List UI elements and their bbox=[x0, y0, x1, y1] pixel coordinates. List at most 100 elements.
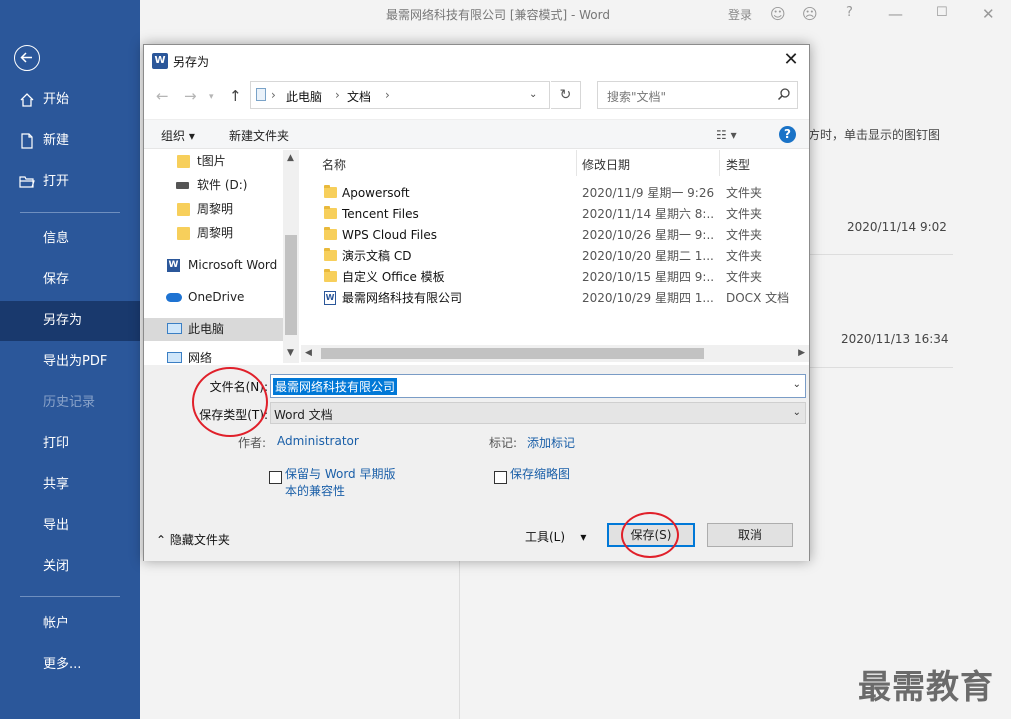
up-arrow-icon[interactable]: ↑ bbox=[229, 87, 242, 105]
cancel-button[interactable]: 取消 bbox=[707, 523, 793, 547]
backstage-item-share[interactable]: 共享 bbox=[0, 465, 140, 505]
help-icon[interactable]: ? bbox=[779, 126, 796, 143]
navigation-pane: t图片 软件 (D:) 周黎明 周黎明 W Microsoft Word One… bbox=[144, 150, 299, 363]
backstage-item-more[interactable]: 更多... bbox=[0, 645, 140, 685]
frown-icon[interactable]: ☹ bbox=[802, 5, 818, 23]
nav-item[interactable]: 软件 (D:) bbox=[144, 174, 284, 197]
tags-field[interactable]: 添加标记 bbox=[527, 434, 575, 451]
help-icon[interactable]: ? bbox=[846, 5, 853, 20]
folder-icon bbox=[177, 203, 190, 216]
back-button[interactable] bbox=[14, 45, 40, 71]
file-date: 2020/10/20 星期二 1... bbox=[582, 249, 714, 263]
recent-dropdown-icon[interactable]: ▾ bbox=[209, 92, 214, 102]
minimize-icon[interactable]: — bbox=[888, 5, 903, 23]
backstage-item-home[interactable]: 开始 bbox=[0, 80, 140, 120]
search-input[interactable]: 搜索"文档" bbox=[597, 81, 798, 109]
back-arrow-icon[interactable]: ← bbox=[156, 87, 169, 105]
maximize-icon[interactable]: ☐ bbox=[936, 5, 948, 20]
backstage-item-info[interactable]: 信息 bbox=[0, 219, 140, 259]
scroll-up-icon[interactable]: ▲ bbox=[287, 153, 294, 163]
backstage-item-new[interactable]: 新建 bbox=[0, 121, 140, 161]
network-icon bbox=[167, 352, 182, 363]
forward-arrow-icon[interactable]: → bbox=[184, 87, 197, 105]
computer-icon bbox=[167, 323, 182, 334]
chevron-down-icon[interactable]: ⌄ bbox=[529, 89, 537, 100]
backstage-item-save[interactable]: 保存 bbox=[0, 260, 140, 300]
nav-item-label: 此电脑 bbox=[188, 322, 225, 336]
new-folder-button[interactable]: 新建文件夹 bbox=[229, 127, 289, 144]
nav-item[interactable]: OneDrive bbox=[144, 286, 284, 309]
file-name: WPS Cloud Files bbox=[342, 228, 437, 242]
backstage-item-label: 更多... bbox=[43, 657, 82, 672]
refresh-button[interactable]: ↻ bbox=[551, 81, 581, 109]
file-name: Tencent Files bbox=[342, 207, 419, 221]
nav-scrollbar[interactable]: ▲ ▼ bbox=[283, 150, 299, 363]
address-bar[interactable]: › 此电脑 › 文档 › ⌄ bbox=[250, 81, 550, 109]
backstage-item-export[interactable]: 导出 bbox=[0, 506, 140, 546]
backstage-item-print[interactable]: 打印 bbox=[0, 424, 140, 464]
filetype-select[interactable]: Word 文档 ⌄ bbox=[270, 402, 806, 424]
column-header: ^ 名称 修改日期 类型 bbox=[308, 150, 811, 176]
nav-item-label: 软件 (D:) bbox=[197, 178, 248, 192]
column-divider bbox=[719, 150, 720, 176]
file-row[interactable]: W 最需网络科技有限公司 2020/10/29 星期四 1... DOCX 文档 bbox=[308, 288, 811, 309]
scroll-down-icon[interactable]: ▼ bbox=[287, 348, 294, 358]
folder-icon bbox=[324, 206, 337, 219]
backstage-item-open[interactable]: 打开 bbox=[0, 162, 140, 202]
chevron-right-icon: › bbox=[271, 88, 276, 102]
word-document-icon: W bbox=[324, 291, 336, 305]
compatibility-checkbox[interactable] bbox=[269, 471, 282, 484]
chevron-down-icon: ▾ bbox=[580, 530, 587, 544]
hide-folders-button[interactable]: ⌃ 隐藏文件夹 bbox=[156, 531, 230, 548]
file-row[interactable]: 演示文稿 CD 2020/10/20 星期二 1... 文件夹 bbox=[308, 246, 811, 267]
filename-input[interactable]: 最需网络科技有限公司 ⌄ bbox=[270, 374, 806, 398]
scrollbar-thumb[interactable] bbox=[321, 348, 704, 359]
file-date: 2020/10/15 星期四 9:... bbox=[582, 270, 714, 284]
file-row[interactable]: Apowersoft 2020/11/9 星期一 9:26 文件夹 bbox=[308, 183, 811, 204]
breadcrumb-segment[interactable]: 此电脑 bbox=[286, 88, 322, 105]
scroll-left-icon[interactable]: ◀ bbox=[305, 348, 312, 358]
backstage-item-save-as[interactable]: 另存为 bbox=[0, 301, 140, 341]
thumbnail-checkbox[interactable] bbox=[494, 471, 507, 484]
column-name[interactable]: 名称 bbox=[322, 156, 346, 173]
compatibility-label[interactable]: 保留与 Word 早期版 本的兼容性 bbox=[285, 466, 395, 500]
backstage-item-label: 共享 bbox=[43, 477, 70, 492]
scrollbar-thumb[interactable] bbox=[285, 235, 297, 335]
nav-item[interactable]: 网络 bbox=[144, 347, 284, 363]
nav-item[interactable]: W Microsoft Word bbox=[144, 254, 284, 277]
backstage-item-export-pdf[interactable]: 导出为PDF bbox=[0, 342, 140, 382]
nav-item[interactable]: 周黎明 bbox=[144, 198, 284, 221]
column-type[interactable]: 类型 bbox=[726, 156, 750, 173]
backstage-item-close[interactable]: 关闭 bbox=[0, 547, 140, 587]
view-options-icon[interactable]: ☷ ▾ bbox=[716, 128, 737, 142]
word-icon: W bbox=[152, 53, 168, 69]
chevron-up-icon: ⌃ bbox=[156, 533, 167, 547]
background-divider bbox=[459, 561, 460, 719]
nav-item[interactable]: t图片 bbox=[144, 150, 284, 173]
thumbnail-label[interactable]: 保存缩略图 bbox=[510, 466, 570, 483]
close-icon[interactable]: ✕ bbox=[982, 5, 995, 23]
chevron-right-icon: › bbox=[335, 88, 340, 102]
chevron-down-icon[interactable]: ⌄ bbox=[793, 379, 801, 390]
breadcrumb-segment[interactable]: 文档 bbox=[347, 88, 371, 105]
organize-button[interactable]: 组织 ▾ bbox=[161, 127, 195, 144]
backstage-item-account[interactable]: 帐户 bbox=[0, 604, 140, 644]
scroll-right-icon[interactable]: ▶ bbox=[798, 348, 805, 358]
dialog-close-button[interactable]: ✕ bbox=[779, 49, 803, 71]
file-row[interactable]: Tencent Files 2020/11/14 星期六 8:... 文件夹 bbox=[308, 204, 811, 225]
author-field[interactable]: Administrator bbox=[277, 434, 359, 448]
file-row[interactable]: 自定义 Office 模板 2020/10/15 星期四 9:... 文件夹 bbox=[308, 267, 811, 288]
backstage-item-label: 打开 bbox=[43, 174, 70, 189]
nav-item[interactable]: 此电脑 bbox=[144, 318, 284, 341]
back-arrow-icon bbox=[20, 52, 32, 63]
backstage-item-label: 开始 bbox=[43, 92, 70, 107]
horizontal-scrollbar[interactable]: ◀ ▶ bbox=[301, 345, 809, 362]
background-divider bbox=[810, 367, 953, 368]
smiley-icon[interactable]: ☺ bbox=[770, 5, 786, 23]
chevron-right-icon: › bbox=[385, 88, 390, 102]
tools-button[interactable]: 工具(L) ▾ bbox=[525, 528, 586, 545]
login-link[interactable]: 登录 bbox=[728, 6, 752, 23]
column-date[interactable]: 修改日期 bbox=[582, 156, 630, 173]
file-row[interactable]: WPS Cloud Files 2020/10/26 星期一 9:... 文件夹 bbox=[308, 225, 811, 246]
nav-item[interactable]: 周黎明 bbox=[144, 222, 284, 245]
